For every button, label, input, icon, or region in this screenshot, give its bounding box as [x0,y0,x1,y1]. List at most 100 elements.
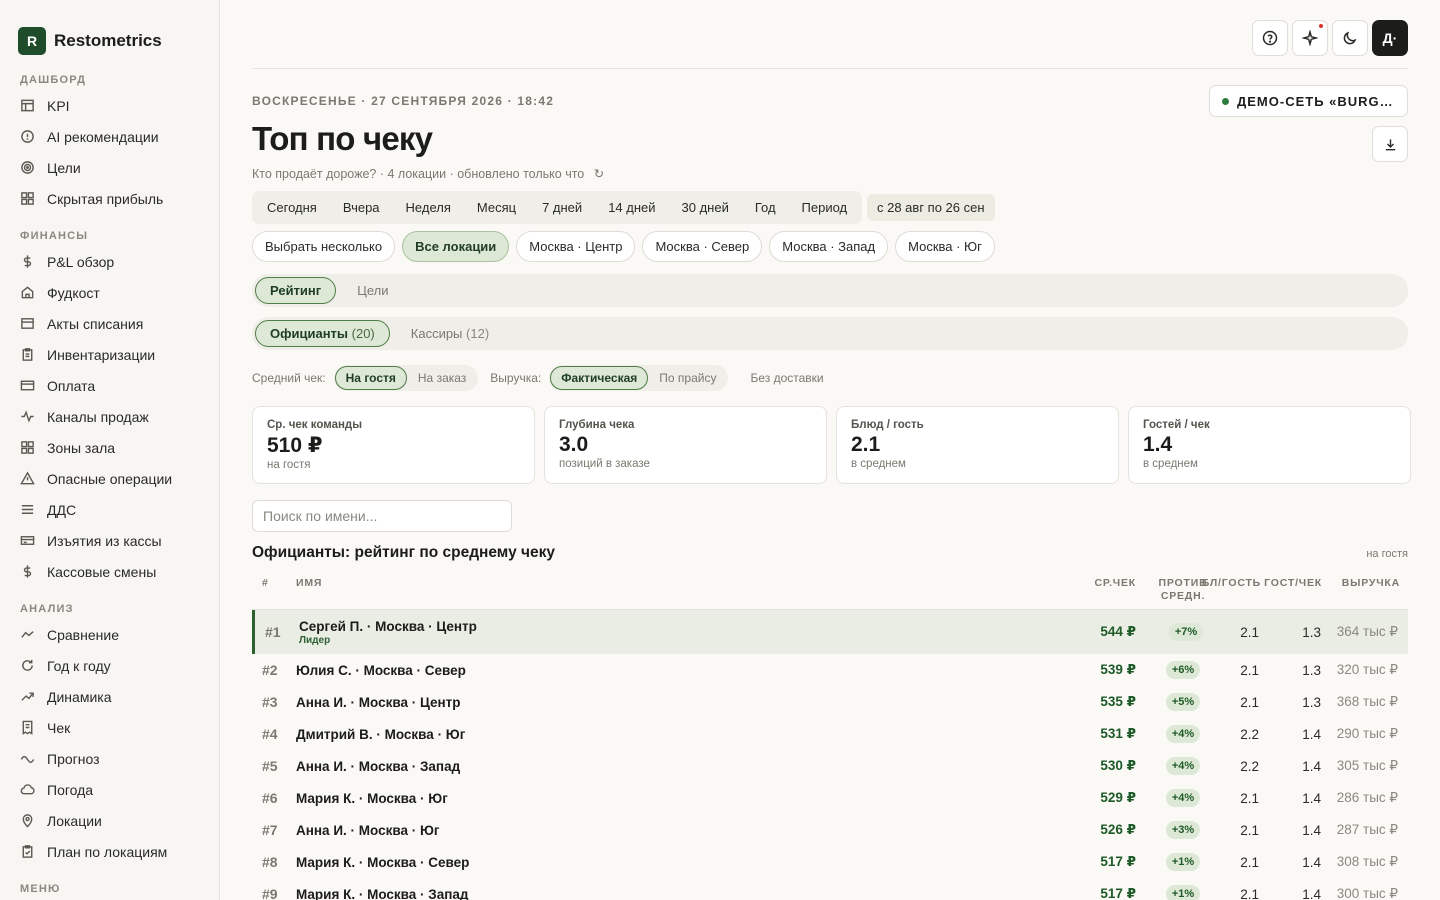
delta-badge: +4% [1165,725,1201,743]
sidebar-item[interactable]: Динамика [0,681,219,712]
period-option[interactable]: 14 дней [595,193,668,222]
sidebar-item[interactable]: Год к году [0,650,219,681]
date-range-chip[interactable]: с 28 авг по 26 сен [867,194,995,221]
sidebar-item[interactable]: Локации [0,805,219,836]
sidebar-item[interactable]: P&L обзор [0,246,219,277]
sidebar-item[interactable]: Погода [0,774,219,805]
no-delivery-toggle[interactable]: Без доставки [750,371,823,385]
table-row[interactable]: #6 Мария К. · Москва · Юг 529 ₽ +4% 2.1 1.4 28… [252,782,1408,814]
filter-row: Средний чек: На гостя На заказ Выручка: … [252,365,824,391]
period-option[interactable]: Период [789,193,861,222]
ai-sparkle-button[interactable] [1292,20,1328,56]
delta-cell: +1% [1162,878,1204,900]
sidebar-item[interactable]: AI рекомендации [0,121,219,152]
col-rank[interactable]: # [262,577,269,589]
period-option[interactable]: Вчера [330,193,393,222]
table-row[interactable]: #8 Мария К. · Москва · Север 517 ₽ +1% 2.1 1.… [252,846,1408,878]
search-input[interactable] [252,500,512,532]
kpi-label: Ср. чек команды [267,419,363,431]
sidebar-item[interactable]: Акты списания [0,308,219,339]
sidebar-item[interactable]: ДДС [0,494,219,525]
col-dish[interactable]: БЛ/ГОСТЬ [1202,577,1261,589]
period-option[interactable]: Месяц [464,193,529,222]
sidebar-item[interactable]: Оплата [0,370,219,401]
refresh-icon[interactable]: ↻ [594,167,604,181]
period-option[interactable]: Неделя [393,193,464,222]
rank-cell: #9 [262,886,278,900]
avg-check-cell: 526 ₽ [1100,822,1136,837]
table-row[interactable]: #3 Анна И. · Москва · Центр 535 ₽ +5% 2.1 1.3… [252,686,1408,718]
sidebar-item[interactable]: Скрытая прибыль [0,183,219,214]
per-order-option[interactable]: На заказ [407,366,477,390]
waiter-name: Анна И. · Москва · Центр [296,694,461,710]
sidebar-item[interactable]: Зоны зала [0,432,219,463]
name-cell: Анна И. · Москва · Центр [296,686,461,718]
col-check[interactable]: СР.ЧЕК [1094,577,1136,589]
sidebar-item[interactable]: Прогноз [0,743,219,774]
tab-rating[interactable]: Рейтинг [255,277,337,304]
sidebar-item[interactable]: Каналы продаж [0,401,219,432]
sidebar-item-label: Инвентаризации [47,346,156,363]
sidebar-item[interactable]: Цели [0,152,219,183]
sidebar-item[interactable]: Опасные операции [0,463,219,494]
name-cell: Мария К. · Москва · Север [296,846,469,878]
help-button[interactable] [1252,20,1288,56]
period-option[interactable]: 30 дней [669,193,742,222]
table-row[interactable]: #1 Сергей П. · Москва · Центр Лидер 544 ₽ +7… [252,610,1408,654]
network-name: ДЕМО-СЕТЬ «BURGER» [1237,93,1397,109]
select-multiple-button[interactable]: Выбрать несколько [252,231,396,262]
table-row[interactable]: #9 Мария К. · Москва · Запад 517 ₽ +1% 2.1 1.… [252,878,1408,900]
kpi-value: 510 ₽ [267,434,323,457]
location-chip[interactable]: Москва · Запад [769,231,889,262]
sidebar-item[interactable]: Изъятия из кассы [0,525,219,556]
table-row[interactable]: #2 Юлия С. · Москва · Север 539 ₽ +6% 2.1 1.3… [252,654,1408,686]
theme-toggle-button[interactable] [1332,20,1368,56]
network-selector[interactable]: ДЕМО-СЕТЬ «BURGER» [1209,85,1408,117]
download-button[interactable] [1372,126,1408,162]
sidebar-item[interactable]: Чек [0,712,219,743]
sidebar-item-label: Кассовые смены [47,563,157,580]
sidebar-item[interactable]: KPI [0,90,219,121]
brand[interactable]: R Restometrics [0,0,219,64]
menu-icon [20,502,35,517]
location-chip[interactable]: Все локации [402,231,510,262]
col-name[interactable]: ИМЯ [296,577,322,589]
user-avatar-button[interactable]: Д· [1372,20,1408,56]
sidebar-item-label: Динамика [47,688,112,705]
location-chip[interactable]: Москва · Центр [516,231,636,262]
period-option[interactable]: Сегодня [254,193,330,222]
sidebar-item-label: AI рекомендации [47,128,159,145]
by-price-option[interactable]: По прайсу [648,366,727,390]
sidebar-item-label: Фудкост [47,284,100,301]
tab-goals[interactable]: Цели [342,277,403,304]
table-row[interactable]: #5 Анна И. · Москва · Запад 530 ₽ +4% 2.2 1.4… [252,750,1408,782]
per-guest-option[interactable]: На гостя [334,366,407,390]
period-option[interactable]: Год [742,193,789,222]
staff-tabs: Официанты (20) Кассиры (12) [252,317,1408,350]
sidebar-item-label: Оплата [47,377,96,394]
dish-per-guest-cell: 2.1 [1240,662,1259,678]
table-row[interactable]: #7 Анна И. · Москва · Юг 526 ₽ +3% 2.1 1.4 287… [252,814,1408,846]
chevron-up-icon [20,627,35,642]
sidebar-item[interactable]: Инвентаризации [0,339,219,370]
sidebar-item[interactable]: Сравнение [0,619,219,650]
delta-cell: +3% [1162,814,1204,846]
location-chip[interactable]: Москва · Север [642,231,763,262]
sidebar-item[interactable]: Фудкост [0,277,219,308]
col-revenue[interactable]: ВЫРУЧКА [1342,577,1400,589]
avg-check-cell: 544 ₽ [1100,624,1136,639]
sidebar-item[interactable]: Кассовые смены [0,556,219,587]
nav-section: ФИНАНСЫ P&L обзор Фудкост Акты списания Инве… [0,226,219,587]
table-row[interactable]: #4 Дмитрий В. · Москва · Юг 531 ₽ +4% 2.2 1.4… [252,718,1408,750]
actual-option[interactable]: Фактическая [550,366,649,390]
delta-cell: +4% [1162,718,1204,750]
tab-waiters[interactable]: Официанты (20) [255,320,390,347]
tab-cashiers[interactable]: Кассиры (12) [396,320,504,347]
trend-up-icon [20,689,35,704]
location-chip[interactable]: Москва · Юг [895,231,995,262]
period-option[interactable]: 7 дней [529,193,595,222]
cashbox-icon [20,533,35,548]
delta-badge: +7% [1168,623,1204,641]
sidebar-item[interactable]: План по локациям [0,836,219,867]
col-guest[interactable]: ГОСТ/ЧЕК [1264,577,1322,589]
